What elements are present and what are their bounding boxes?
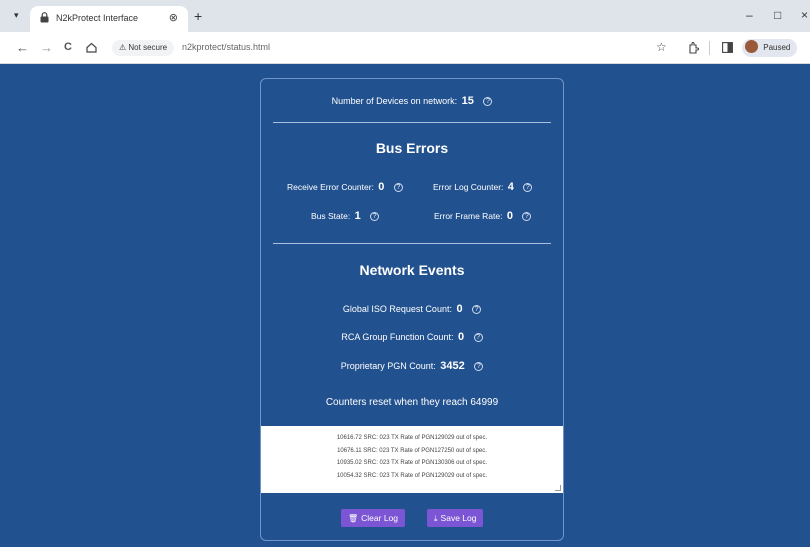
rca-group-label: RCA Group Function Count: <box>341 332 454 342</box>
download-icon: ⤓ <box>434 514 438 523</box>
error-frame-label: Error Frame Rate: <box>434 211 503 221</box>
proprietary-pgn-row: Proprietary PGN Count: 3452 ? <box>261 360 563 372</box>
devices-row: Number of Devices on network: 15 ? <box>261 95 563 107</box>
browser-tab-strip: ▾ N2kProtect Interface ⊗ + – □ × <box>0 0 810 32</box>
browser-toolbar: ← → C ⚠ Not secure n2kprotect/status.htm… <box>0 32 810 64</box>
help-icon[interactable]: ? <box>370 212 380 221</box>
clear-log-label: Clear Log <box>361 513 399 523</box>
security-indicator[interactable]: ⚠ Not secure <box>112 40 175 56</box>
log-line: 10676.11 SRC: 023 TX Rate of PGN127250 o… <box>337 447 487 454</box>
log-line: 10616.72 SRC: 023 TX Rate of PGN129029 o… <box>336 435 488 441</box>
error-log-counter: Error Log Counter: 4 ? <box>433 181 533 193</box>
proprietary-label: Proprietary PGN Count: <box>340 361 436 371</box>
event-log-textarea[interactable]: 10616.72 SRC: 023 TX Rate of PGN129029 o… <box>261 426 563 493</box>
proprietary-value: 3452 <box>440 360 465 372</box>
extensions-icon[interactable] <box>688 42 699 54</box>
side-panel-icon[interactable] <box>722 42 733 53</box>
rca-group-value: 0 <box>457 331 465 343</box>
divider <box>273 243 551 244</box>
profile-button[interactable]: Paused <box>742 39 798 57</box>
bus-errors-heading: Bus Errors <box>375 140 449 156</box>
new-tab-button[interactable]: + <box>194 8 202 24</box>
iso-request-row: Global ISO Request Count: 0 ? <box>261 303 563 315</box>
page-background: Number of Devices on network: 15 ? Bus E… <box>0 64 810 547</box>
log-line: 10935.02 SRC: 023 TX Rate of PGN130306 o… <box>336 460 488 466</box>
error-frame-value: 0 <box>506 210 513 222</box>
security-label: Not secure <box>128 43 168 52</box>
receive-error-value: 0 <box>378 181 385 193</box>
help-icon[interactable]: ? <box>474 362 484 371</box>
tab-search-chevron-icon[interactable]: ▾ <box>14 10 19 21</box>
save-log-button[interactable]: ⤓ Save Log <box>427 509 484 527</box>
reload-button[interactable]: C <box>64 41 72 53</box>
url-text[interactable]: n2kprotect/status.html <box>182 42 270 52</box>
help-icon[interactable]: ? <box>393 183 403 192</box>
devices-label: Number of Devices on network: <box>331 96 458 106</box>
bus-state: Bus State: 1 ? <box>311 210 380 222</box>
help-icon[interactable]: ? <box>523 183 533 192</box>
rca-group-row: RCA Group Function Count: 0 ? <box>261 331 563 343</box>
resize-grip-icon[interactable] <box>555 485 561 491</box>
clear-log-button[interactable]: 🗑 Clear Log <box>341 509 406 527</box>
save-log-label: Save Log <box>440 513 477 523</box>
back-button[interactable]: ← <box>16 40 29 55</box>
help-icon[interactable]: ? <box>473 333 483 342</box>
address-bar[interactable]: ⚠ Not secure n2kprotect/status.html <box>108 37 644 59</box>
restore-button[interactable]: □ <box>774 8 781 22</box>
close-window-button[interactable]: × <box>801 8 808 22</box>
browser-tab[interactable]: N2kProtect Interface ⊗ <box>30 6 188 32</box>
network-events-heading: Network Events <box>359 262 465 278</box>
receive-error-label: Receive Error Counter: <box>287 182 374 192</box>
avatar <box>745 40 758 54</box>
log-line: 10054.32 SRC: 023 TX Rate of PGN129029 o… <box>336 472 488 479</box>
tab-close-icon[interactable]: ⊗ <box>169 11 178 24</box>
help-icon[interactable]: ? <box>472 305 482 314</box>
minimize-button[interactable]: – <box>746 8 753 22</box>
trash-icon: 🗑 <box>348 514 359 523</box>
bus-state-label: Bus State: <box>311 211 351 221</box>
forward-button[interactable]: → <box>40 40 53 55</box>
status-panel: Number of Devices on network: 15 ? Bus E… <box>260 78 564 541</box>
devices-value: 15 <box>461 95 474 107</box>
error-log-value: 4 <box>507 181 514 193</box>
help-icon[interactable]: ? <box>522 212 532 221</box>
toolbar-divider <box>709 41 710 55</box>
tab-title: N2kProtect Interface <box>56 13 139 23</box>
iso-request-value: 0 <box>456 303 463 315</box>
divider <box>273 122 551 123</box>
home-icon[interactable] <box>86 42 97 53</box>
error-log-label: Error Log Counter: <box>433 182 504 192</box>
counter-reset-note: Counters reset when they reach 64999 <box>325 397 499 408</box>
receive-error-counter: Receive Error Counter: 0 ? <box>287 181 403 193</box>
bookmark-star-icon[interactable]: ☆ <box>656 40 667 54</box>
warning-icon: ⚠ <box>119 43 127 52</box>
error-frame-rate: Error Frame Rate: 0 ? <box>434 210 532 222</box>
lock-icon <box>40 12 49 23</box>
bus-state-value: 1 <box>354 210 361 222</box>
iso-request-label: Global ISO Request Count: <box>342 304 452 314</box>
help-icon[interactable]: ? <box>483 97 493 106</box>
profile-label: Paused <box>763 43 791 52</box>
